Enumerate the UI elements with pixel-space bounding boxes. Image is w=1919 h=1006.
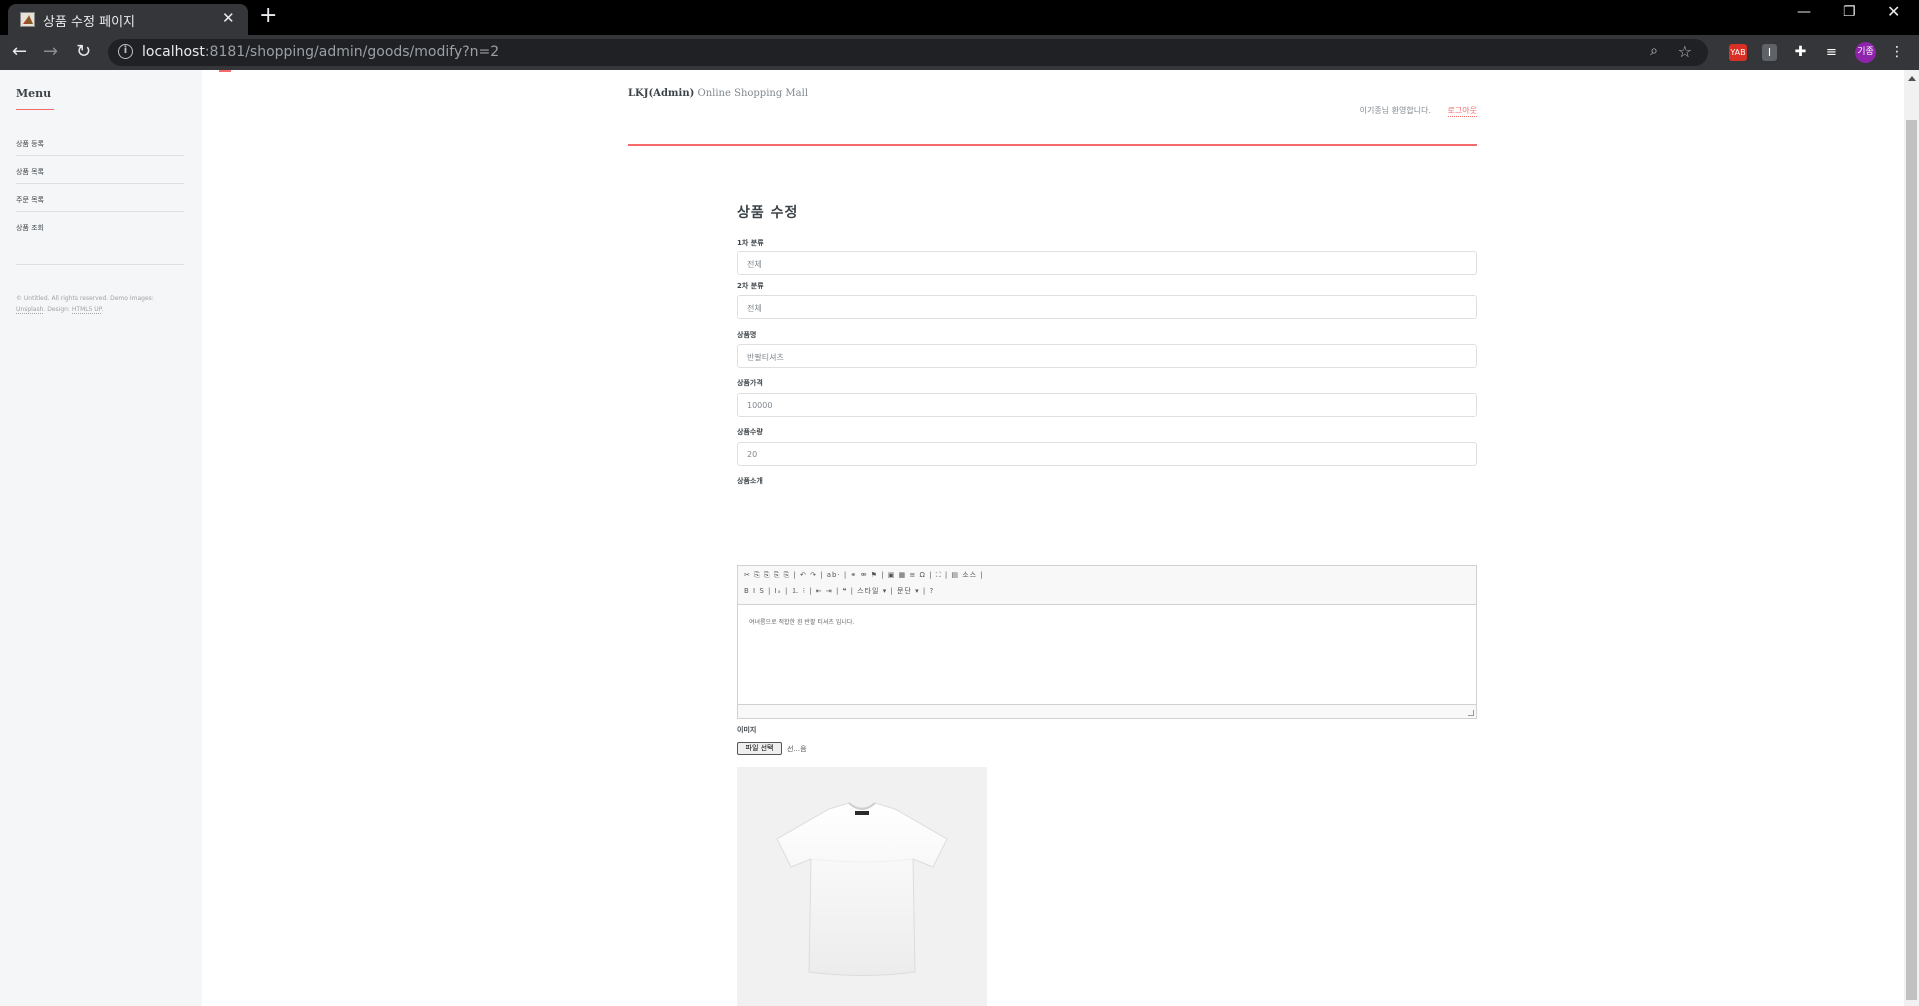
address-bar[interactable]: i localhost:8181/shopping/admin/goods/mo… [108,39,1708,66]
extensions-puzzle-icon[interactable]: ✚ [1792,44,1809,61]
editor-toolbar-row2[interactable]: B I S | Iₓ | ⒈ ⁝ | ⇤ ⇥ | ❝ | 스타일 ▾ | 문단 … [744,586,934,596]
extension-yab-icon[interactable]: YAB [1729,44,1747,61]
file-select-button[interactable]: 파일 선택 [737,742,782,755]
goods-image-preview [737,767,987,1006]
category2-select[interactable]: 전체 [737,295,1477,319]
tshirt-image [776,802,948,976]
scrollbar-thumb[interactable] [1906,120,1917,1000]
editor-content-area[interactable]: 여녀름으로 적합한 흰 반팔 티셔츠 입니다. [738,604,1476,705]
reload-icon[interactable]: ↻ [76,41,91,62]
restore-icon[interactable]: ❐ [1843,4,1856,20]
zoom-icon[interactable]: ⌕ [1650,43,1658,59]
page-scrollbar[interactable] [1904,70,1919,1006]
logout-link[interactable]: 로그아웃 [1447,105,1477,117]
goods-price-label: 상품가격 [737,379,763,387]
bookmark-star-icon[interactable]: ☆ [1678,42,1692,61]
goods-desc-label: 상품소개 [737,477,763,485]
image-label: 이미지 [737,726,757,734]
rich-text-editor: ✂ ⎘ ⎘ ⎘ ⎘ | ↶ ↷ | ab· | ⚭ ⚮ ⚑ | ▣ ▦ ≡ Ω … [737,565,1477,719]
browser-toolbar: ← → ↻ i localhost:8181/shopping/admin/go… [0,35,1919,70]
goods-name-input[interactable]: 반팔티셔츠 [737,344,1477,368]
goods-price-input[interactable]: 10000 [737,393,1477,417]
menu-title-underline [16,109,54,110]
browser-tab[interactable]: 상품 수정 페이지 ✕ [8,4,248,35]
sidebar-item-goods-view[interactable]: 상품 조회 [16,212,184,240]
welcome-text: 이기종님 환영합니다. [1359,106,1431,115]
category2-label: 2차 분류 [737,282,764,290]
new-tab-icon[interactable]: + [259,3,277,28]
sidebar-item-goods-list[interactable]: 상품 목록 [16,156,184,184]
menu-title: Menu [16,87,52,100]
reading-list-icon[interactable]: ≡ [1823,44,1840,61]
minimize-icon[interactable]: — [1797,4,1811,20]
sidebar-item-add-goods[interactable]: 상품 등록 [16,128,184,156]
goods-stock-label: 상품수량 [737,428,763,436]
extension-i-icon[interactable]: I [1762,44,1777,61]
browser-menu-icon[interactable]: ⋮ [1890,44,1904,61]
forward-icon[interactable]: → [43,41,58,62]
page-viewport: Menu 상품 등록 상품 목록 주문 목록 상품 조회 © Untitled.… [0,70,1904,1006]
sidebar-divider [16,264,184,265]
profile-avatar[interactable]: 기종 [1855,42,1876,63]
site-header: LKJ(Admin) Online Shopping Mall 이기종님 환영합… [628,70,1477,146]
file-none-text: 선...음 [787,745,807,753]
close-window-icon[interactable]: ✕ [1887,2,1900,21]
sidebar-copyright: © Untitled. All rights reserved. Demo Im… [16,295,154,314]
unsplash-link[interactable]: Unsplash [16,306,44,314]
category1-label: 1차 분류 [737,239,764,247]
back-icon[interactable]: ← [12,41,27,62]
site-info-icon[interactable]: i [118,44,133,59]
url-text: localhost:8181/shopping/admin/goods/modi… [142,44,500,60]
favicon-icon [20,12,35,27]
site-logo[interactable]: LKJ(Admin) Online Shopping Mall [628,88,808,99]
tab-title: 상품 수정 페이지 [43,15,135,30]
page-title: 상품 수정 [737,205,799,221]
sidebar: Menu 상품 등록 상품 목록 주문 목록 상품 조회 © Untitled.… [0,70,202,1006]
category1-select[interactable]: 전체 [737,251,1477,275]
browser-tab-bar: 상품 수정 페이지 ✕ + — ❐ ✕ [0,0,1919,35]
html5up-link[interactable]: HTML5 UP [71,306,102,314]
editor-toolbar-row1[interactable]: ✂ ⎘ ⎘ ⎘ ⎘ | ↶ ↷ | ab· | ⚭ ⚮ ⚑ | ▣ ▦ ≡ Ω … [744,570,984,580]
accent-mark [219,70,231,72]
sidebar-item-order-list[interactable]: 주문 목록 [16,184,184,212]
goods-stock-input[interactable]: 20 [737,442,1477,466]
tab-close-icon[interactable]: ✕ [222,9,235,27]
scroll-up-icon[interactable] [1908,76,1916,81]
goods-name-label: 상품명 [737,331,757,339]
resize-grip-icon[interactable] [1468,710,1474,716]
